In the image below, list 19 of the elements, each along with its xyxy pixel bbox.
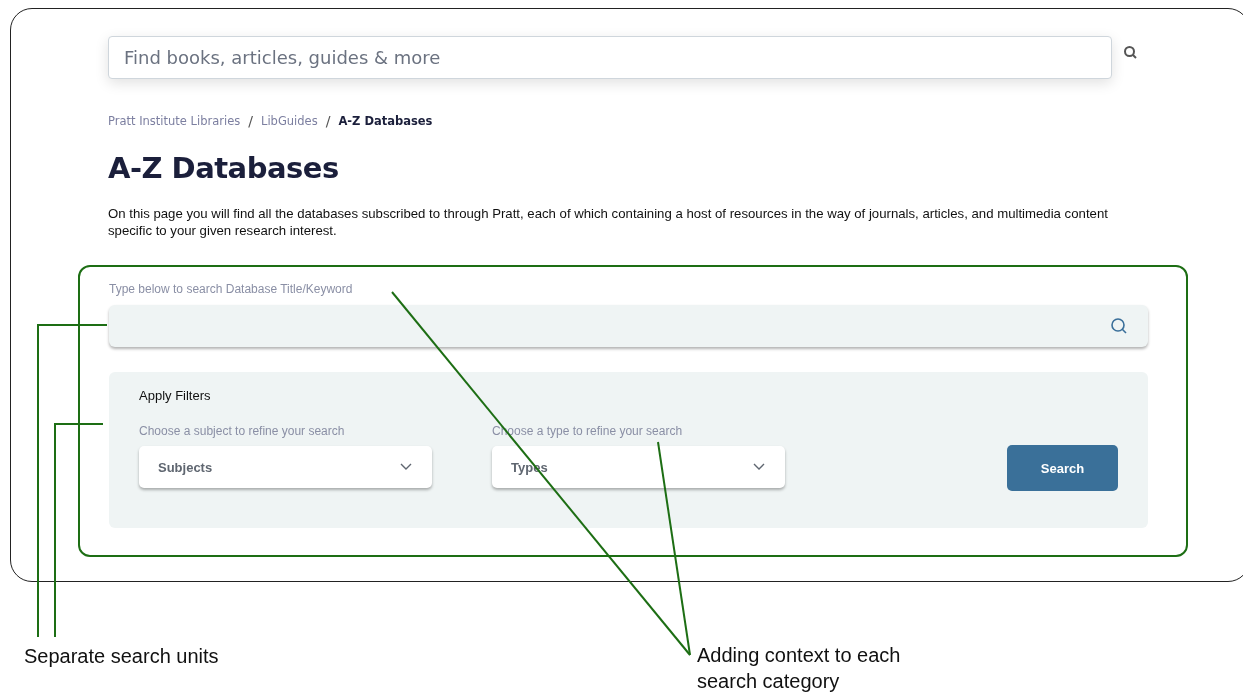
breadcrumb-link[interactable]: A-Z Databases [338, 114, 433, 128]
search-button[interactable]: Search [1007, 445, 1118, 491]
breadcrumb-separator: / [248, 113, 253, 129]
page-title: A-Z Databases [108, 151, 340, 185]
database-search-field[interactable] [109, 305, 1148, 347]
chevron-down-icon [753, 463, 765, 471]
filters-heading: Apply Filters [139, 388, 212, 403]
chevron-down-icon [400, 463, 412, 471]
annotation-text: Separate search units [24, 645, 220, 669]
search-icon[interactable] [1110, 317, 1128, 335]
breadcrumb-link[interactable]: LibGuides [261, 114, 318, 128]
breadcrumb-separator: / [325, 113, 331, 129]
dropdown-label: Choose a subject to refine your search [139, 424, 346, 438]
breadcrumb-link[interactable]: Pratt Institute Libraries [108, 114, 241, 128]
dropdown[interactable]: Subjects [139, 446, 432, 488]
intro-text: On this page you will find all the databases subscribed to through Pratt, each of which containing a host of resources in the way of journals, articles, and multimedia content specific to your given research interest. [108, 205, 1109, 239]
field-label: Type below to search Database Title/Keyword [109, 282, 354, 296]
search-field[interactable]: Find books, articles, guides & more [108, 36, 1112, 79]
annotation-text: Adding context to each search category [697, 643, 902, 694]
